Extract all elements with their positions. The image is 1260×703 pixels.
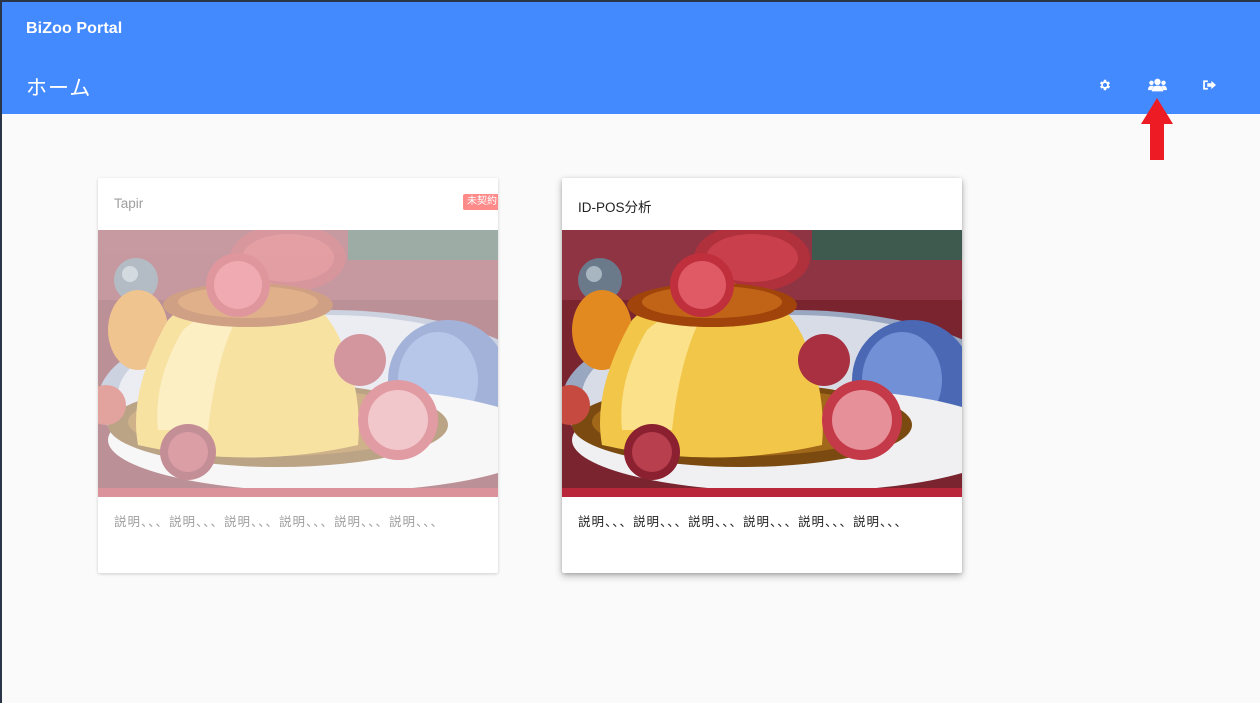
- red-arrow-up-icon: [1141, 98, 1173, 160]
- window-frame-left: [0, 0, 2, 703]
- service-card-tapir[interactable]: Tapir 未契約 説明、、、説明、、、説明、、、説明、、、説明、、、説明、、、: [98, 178, 498, 573]
- logout-button[interactable]: [1195, 71, 1223, 99]
- users-icon: [1147, 78, 1167, 92]
- card-title: ID-POS分析: [578, 200, 652, 215]
- settings-button[interactable]: [1091, 71, 1119, 99]
- logout-icon: [1203, 80, 1216, 90]
- card-image: [562, 230, 962, 497]
- window-frame-top: [0, 0, 1260, 2]
- gear-icon: [1099, 79, 1111, 91]
- service-card-id-pos[interactable]: ID-POS分析 説明、、、説明、、、説明、、、説明、、、説明、、、説明、、、: [562, 178, 962, 573]
- card-description: 説明、、、説明、、、説明、、、説明、、、説明、、、説明、、、: [114, 515, 445, 529]
- card-image: [98, 230, 498, 497]
- users-button[interactable]: [1143, 71, 1171, 99]
- card-description: 説明、、、説明、、、説明、、、説明、、、説明、、、説明、、、: [578, 515, 909, 529]
- card-header: Tapir 未契約: [98, 178, 498, 230]
- app-title: BiZoo Portal: [26, 20, 123, 37]
- unsubscribed-badge: 未契約: [463, 194, 498, 210]
- card-header: ID-POS分析: [562, 178, 962, 230]
- pudding-image: [562, 230, 962, 497]
- pudding-image: [98, 230, 498, 497]
- card-title: Tapir: [114, 196, 144, 211]
- page-title: ホーム: [26, 76, 92, 100]
- app-bar: BiZoo Portal ホーム: [0, 0, 1260, 114]
